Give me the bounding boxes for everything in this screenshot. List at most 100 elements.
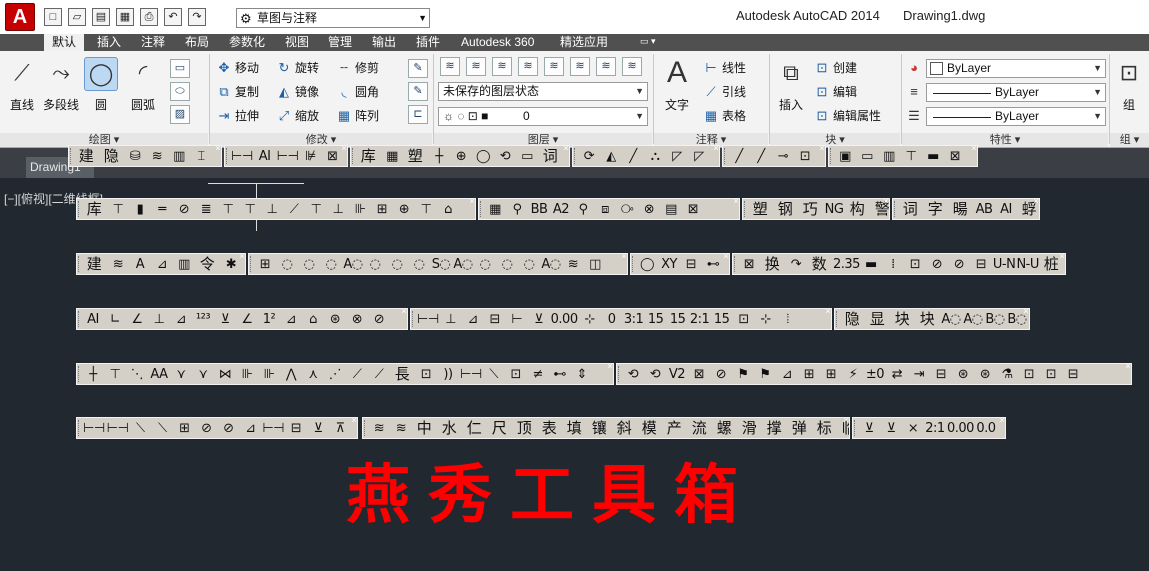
toolbar-button[interactable]: ⊡ — [795, 147, 815, 166]
insert-block-tool[interactable]: ⧉ 插入 — [772, 57, 810, 113]
toolbar-button[interactable]: ⊞ — [799, 365, 819, 384]
toolbar-button[interactable]: ◌ — [519, 255, 539, 274]
close-icon[interactable]: × — [732, 199, 739, 206]
offset-icon[interactable]: ⊏ — [408, 105, 428, 124]
toolbar-button[interactable]: AI — [255, 147, 275, 166]
close-icon[interactable]: × — [824, 309, 831, 316]
toolbar-button[interactable]: ⊸ — [773, 147, 793, 166]
close-icon[interactable]: × — [350, 418, 357, 425]
toolbar-button[interactable]: 构 — [846, 200, 868, 219]
layer-icon[interactable]: ≋ — [570, 57, 590, 76]
close-icon[interactable]: × — [998, 418, 1005, 425]
toolbar-button[interactable]: S◌ — [431, 255, 451, 274]
toolbar-button[interactable]: ▭ — [517, 147, 537, 166]
toolbar-button[interactable]: ⊪ — [350, 200, 370, 219]
toolbar-button[interactable]: 块 — [916, 310, 938, 329]
toolbar-button[interactable]: ⟋ — [284, 200, 304, 219]
toolbar-button[interactable]: ◌ — [277, 255, 297, 274]
toolbar-grip[interactable] — [352, 148, 355, 164]
toolbar-button[interactable]: ∟ — [105, 310, 125, 329]
toolbar-button[interactable]: ⇕ — [572, 365, 592, 384]
toolbar-button[interactable]: ⊿ — [171, 310, 191, 329]
close-icon[interactable]: × — [214, 146, 221, 153]
toolbar-button[interactable]: 镶 — [588, 419, 610, 438]
toolbar-button[interactable]: ⊢⊣ — [417, 310, 439, 329]
toolbar-button[interactable]: 巧 — [799, 200, 821, 219]
toolbar-button[interactable]: ┼ — [83, 365, 103, 384]
close-icon[interactable]: × — [712, 146, 719, 153]
toolbar-button[interactable]: 塑 — [749, 200, 771, 219]
save-icon[interactable]: ▤ — [92, 8, 110, 26]
layer-icon[interactable]: ≋ — [466, 57, 486, 76]
toolbar-button[interactable]: 模 — [638, 419, 660, 438]
toolbar-button[interactable]: ╱ — [623, 147, 643, 166]
toolbar-button[interactable]: ⊞ — [255, 255, 275, 274]
toolbar-grip[interactable] — [618, 366, 621, 382]
toolbar-button[interactable]: ≋ — [391, 419, 411, 438]
tab-plugins[interactable]: 插件 — [408, 34, 448, 51]
toolbar-button[interactable]: 滑 — [738, 419, 760, 438]
table-tool[interactable]: ▦ 表格 — [703, 107, 746, 125]
toolbar-button[interactable]: ⊯ — [300, 147, 320, 166]
toolbar-button[interactable]: ⊟ — [286, 419, 306, 438]
toolbar-button[interactable]: ⊤ — [105, 365, 125, 384]
arc-tool[interactable]: ◜ 圆弧 — [124, 57, 162, 113]
ellipse-icon[interactable]: ⬭ — [170, 82, 190, 101]
toolbar-button[interactable]: 换 — [761, 255, 783, 274]
layer-state-select[interactable]: 未保存的图层状态 ▼ — [438, 82, 648, 101]
toolbar-button[interactable]: 水 — [438, 419, 460, 438]
toolbar-grip[interactable] — [574, 148, 577, 164]
leader-tool[interactable]: ⟋ 引线 — [703, 83, 746, 101]
toolbar-grip[interactable] — [836, 311, 839, 327]
circle-tool[interactable]: ◯ 圆 — [82, 57, 120, 113]
toolbar-button[interactable]: ◫ — [585, 255, 605, 274]
toolbar-button[interactable]: 建 — [75, 147, 97, 166]
array-tool[interactable]: ▦ 阵列 — [336, 107, 379, 125]
workspace-select[interactable]: ⚙ 草图与注释 ▼ — [236, 8, 430, 28]
toolbar-button[interactable]: 建 — [83, 255, 105, 274]
toolbar-button[interactable]: A2 — [551, 200, 571, 219]
toolbar-button[interactable]: ◌ — [387, 255, 407, 274]
toolbar-button[interactable]: ⊿ — [463, 310, 483, 329]
toolbar-button[interactable]: ⊟ — [681, 255, 701, 274]
close-icon[interactable]: × — [970, 146, 977, 153]
toolbar-button[interactable]: A◌ — [343, 255, 363, 274]
toolbar-button[interactable]: ⛁ — [125, 147, 145, 166]
tab-output[interactable]: 输出 — [364, 34, 404, 51]
toolbar-button[interactable]: ⊟ — [1063, 365, 1083, 384]
toolbar-button[interactable]: ⊻ — [881, 419, 901, 438]
toolbar-button[interactable]: ⋰ — [325, 365, 345, 384]
tab-layout[interactable]: 布局 — [177, 34, 217, 51]
toolbar-button[interactable]: ⌶ — [191, 147, 211, 166]
toolbar-button[interactable]: ⊗ — [639, 200, 659, 219]
toolbar-button[interactable]: 0.00 — [551, 310, 578, 329]
toolbar-button[interactable]: ▦ — [485, 200, 505, 219]
toolbar-button[interactable]: ⊘ — [927, 255, 947, 274]
close-icon[interactable]: × — [1022, 309, 1029, 316]
toolbar-button[interactable]: 流 — [688, 419, 710, 438]
toolbar-button[interactable]: 2:1 — [690, 310, 710, 329]
toolbar-button[interactable]: A◌ — [963, 310, 983, 329]
toolbar-button[interactable]: ⊥ — [149, 310, 169, 329]
toolbar-button[interactable]: 0.00 — [947, 419, 974, 438]
toolbar-button[interactable]: ⟋ — [347, 365, 367, 384]
toolbar-button[interactable]: ⊡ — [506, 365, 526, 384]
toolbar-button[interactable]: ⟲ — [645, 365, 665, 384]
toolbar-button[interactable]: AA — [149, 365, 169, 384]
explode-icon[interactable]: ✎ — [408, 82, 428, 101]
toolbar-button[interactable]: ⊢⊣ — [107, 419, 129, 438]
toolbar-button[interactable]: ◌ — [321, 255, 341, 274]
toolbar-grip[interactable] — [632, 256, 635, 272]
toolbar-button[interactable]: ⊠ — [683, 200, 703, 219]
toolbar-grip[interactable] — [78, 420, 81, 436]
layer-properties-icon[interactable]: ≋ — [440, 57, 460, 76]
line-tool[interactable]: ⟋ 直线 — [3, 57, 41, 113]
toolbar-button[interactable]: ⊟ — [485, 310, 505, 329]
toolbar-button[interactable]: ⊘ — [196, 419, 216, 438]
toolbar-button[interactable]: ┼ — [429, 147, 449, 166]
toolbar-button[interactable]: ⊤ — [218, 200, 238, 219]
toolbar-button[interactable]: ⊷ — [703, 255, 723, 274]
close-icon[interactable]: × — [722, 254, 729, 261]
toolbar-button[interactable]: ╱ — [729, 147, 749, 166]
toolbar-button[interactable]: 产 — [663, 419, 685, 438]
